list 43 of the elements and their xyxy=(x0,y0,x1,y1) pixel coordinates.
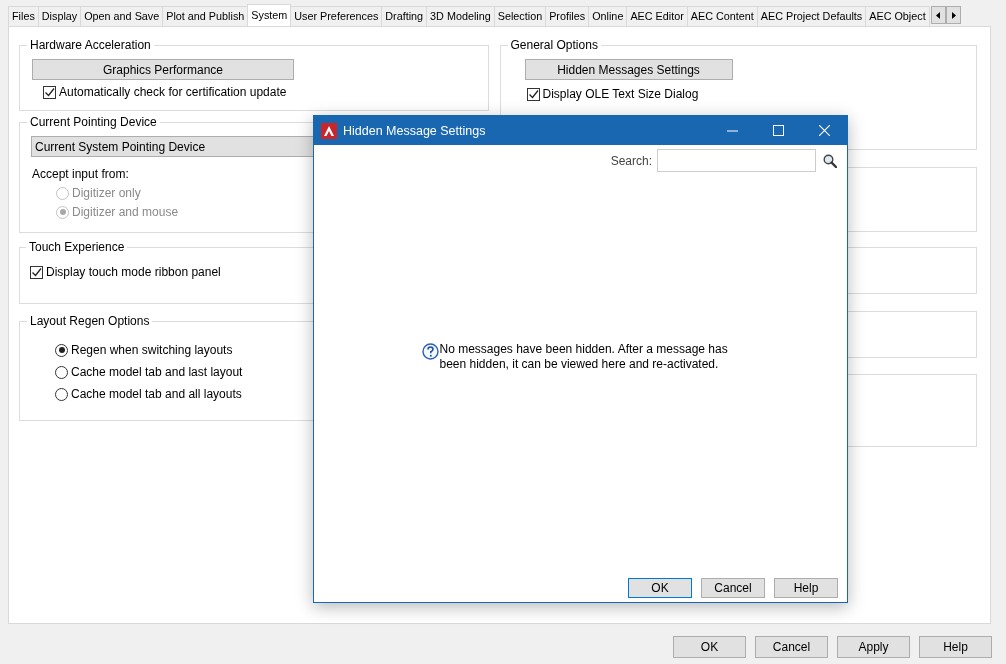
radio-label: Digitizer and mouse xyxy=(72,205,179,219)
maximize-icon xyxy=(772,125,784,136)
checkbox[interactable] xyxy=(30,265,43,279)
group-title: Layout Regen Options xyxy=(27,314,153,329)
checkbox-label: Automatically check for certification update xyxy=(59,85,287,99)
search-label: Search: xyxy=(610,153,652,168)
dialog-button[interactable]: Cancel xyxy=(755,636,828,658)
settings-button[interactable]: Graphics Performance xyxy=(32,59,294,80)
tab[interactable]: AEC Object xyxy=(865,6,930,26)
checkbox-label: Display OLE Text Size Dialog xyxy=(542,87,699,101)
settings-button[interactable]: Hidden Messages Settings xyxy=(524,59,733,80)
group-title: Current Pointing Device xyxy=(27,115,160,130)
radio-button[interactable] xyxy=(55,365,68,379)
dialog-button[interactable]: OK xyxy=(628,578,692,598)
search-icon xyxy=(823,153,837,168)
tab[interactable]: Files xyxy=(8,6,39,26)
dialog-button[interactable]: Cancel xyxy=(701,578,765,598)
dialog-button[interactable]: Help xyxy=(774,578,838,598)
right-arrow-icon xyxy=(950,11,956,19)
label-text: Accept input from: xyxy=(32,167,129,181)
window-title: Hidden Message Settings xyxy=(343,123,487,138)
checkbox[interactable] xyxy=(526,87,540,101)
radio-label: Cache model tab and last layout xyxy=(71,365,243,379)
checkbox[interactable] xyxy=(43,85,56,99)
dialog-button[interactable]: Apply xyxy=(837,636,910,658)
scroll-left-button[interactable] xyxy=(930,6,946,24)
search-field[interactable] xyxy=(657,149,816,172)
app-logo-icon xyxy=(321,122,337,139)
radio-button[interactable] xyxy=(55,387,68,401)
tab[interactable]: System xyxy=(247,4,292,26)
info-message: No messages have been hidden. After a message has been hidden, it can be viewed here and re-activated. xyxy=(439,342,729,372)
group-title: Touch Experience xyxy=(26,240,128,255)
radio-label: Cache model tab and all layouts xyxy=(71,387,242,401)
close-icon xyxy=(818,125,830,136)
dialog-button[interactable]: Help xyxy=(919,636,992,658)
left-arrow-icon xyxy=(935,11,941,19)
group-title: General Options xyxy=(507,38,601,53)
dialog-button[interactable]: OK xyxy=(673,636,746,658)
help-icon xyxy=(421,343,439,360)
radio-label: Regen when switching layouts xyxy=(71,343,233,357)
radio-button[interactable] xyxy=(55,343,68,357)
checkbox-label: Display touch mode ribbon panel xyxy=(46,265,221,279)
radio-label: Digitizer only xyxy=(72,186,141,200)
